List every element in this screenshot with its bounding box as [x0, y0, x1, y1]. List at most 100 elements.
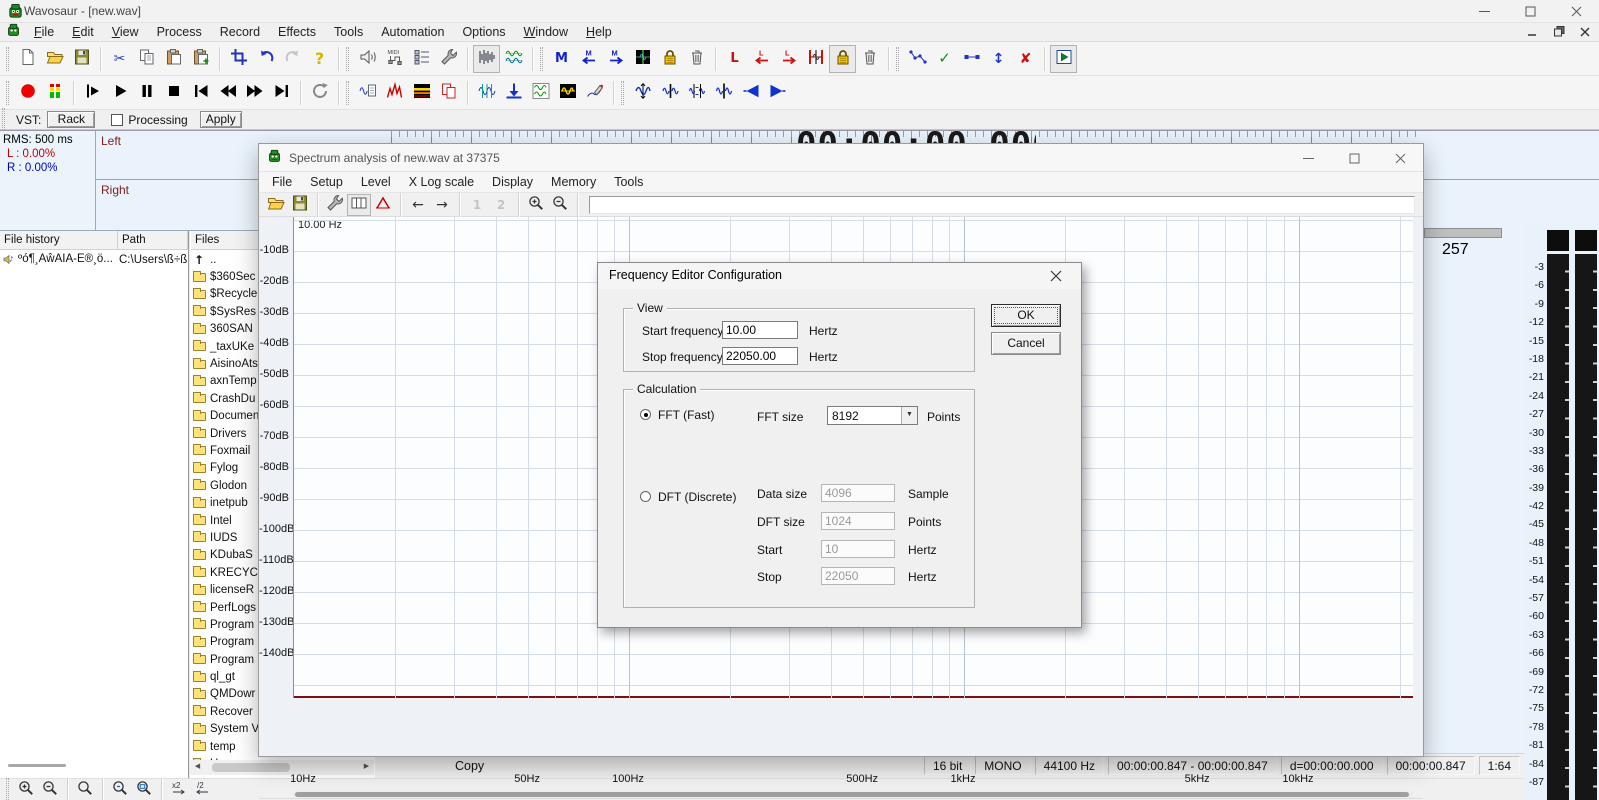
sonogram-view-button[interactable]: [408, 79, 435, 107]
go-end-button[interactable]: [268, 79, 295, 107]
column-header-file-history[interactable]: File history: [0, 231, 118, 250]
doc-minimize-button[interactable]: [1525, 24, 1541, 39]
spectrum-hscrollbar[interactable]: [293, 791, 1413, 798]
doc-restore-button[interactable]: [1551, 24, 1567, 39]
marker-selection-button[interactable]: [629, 45, 656, 73]
hscrollbar-fragment[interactable]: [1424, 228, 1502, 238]
files-scrollbar-thumb[interactable]: [212, 763, 290, 772]
copy-to-new-button[interactable]: [354, 79, 381, 107]
cancel-button[interactable]: Cancel: [991, 332, 1061, 355]
batch-list-button[interactable]: [408, 45, 435, 73]
menu-record[interactable]: Record: [211, 23, 269, 42]
menu-process[interactable]: Process: [148, 23, 211, 42]
fade-out-button[interactable]: [764, 79, 791, 107]
dialog-close-button[interactable]: [1044, 267, 1068, 285]
menu-automation[interactable]: Automation: [372, 23, 453, 42]
dft-size-input[interactable]: [821, 512, 895, 530]
toolbar-grip[interactable]: [346, 81, 349, 105]
expand-selection-button[interactable]: [683, 79, 710, 107]
history-scrollbar-thumb[interactable]: [8, 764, 66, 767]
menu-window[interactable]: Window: [515, 23, 577, 42]
dialog-titlebar[interactable]: Frequency Editor Configuration: [598, 263, 1081, 289]
spectrum-titlebar[interactable]: Spectrum analysis of new.wav at 37375: [259, 144, 1423, 172]
spectrum-menu-memory[interactable]: Memory: [542, 173, 605, 192]
spectrum-menu-display[interactable]: Display: [483, 173, 542, 192]
fade-in-button[interactable]: [737, 79, 764, 107]
redo-button[interactable]: [279, 45, 306, 73]
zoom-all-button[interactable]: [132, 780, 156, 800]
record-button[interactable]: [14, 79, 41, 107]
dft-start-input[interactable]: [821, 540, 895, 558]
loop-lock-button[interactable]: [829, 45, 856, 73]
save-button[interactable]: [288, 194, 312, 216]
zoom-selection-button[interactable]: [108, 780, 132, 800]
rewind-button[interactable]: [214, 79, 241, 107]
spectrum-hscrollbar-thumb[interactable]: [295, 792, 1409, 797]
open-button[interactable]: [264, 194, 288, 216]
crop-button[interactable]: [225, 45, 252, 73]
zoom-out-button[interactable]: [38, 780, 62, 800]
save-button[interactable]: [68, 45, 95, 73]
doc-close-button[interactable]: [1577, 24, 1593, 39]
envelope-delete-button[interactable]: ✘: [1012, 45, 1039, 73]
copy-button[interactable]: [133, 45, 160, 73]
options-wrench-button[interactable]: [435, 45, 462, 73]
undo-button[interactable]: [252, 45, 279, 73]
copy-special-button[interactable]: [435, 79, 462, 107]
fast-forward-button[interactable]: [241, 79, 268, 107]
app-close-button[interactable]: [1553, 0, 1599, 23]
vst-rack-button[interactable]: Rack: [47, 111, 95, 128]
envelope-apply-button[interactable]: ✓: [931, 45, 958, 73]
fft-size-combo[interactable]: 8192 ▼: [827, 406, 918, 425]
chevron-down-icon[interactable]: ▼: [901, 407, 917, 424]
open-button[interactable]: [41, 45, 68, 73]
app-minimize-button[interactable]: [1461, 0, 1507, 23]
spectrum-menu-level[interactable]: Level: [352, 173, 400, 192]
files-scrollbar[interactable]: ◀ ▶: [190, 760, 374, 775]
menu-options[interactable]: Options: [453, 23, 514, 42]
play-in-window-button[interactable]: [1050, 45, 1077, 73]
spectrum-menu-file[interactable]: File: [263, 173, 301, 192]
play-button[interactable]: [106, 79, 133, 107]
level-meter-button[interactable]: [41, 79, 68, 107]
arrow-left-button[interactable]: ←: [406, 194, 430, 216]
loop-next-button[interactable]: L: [775, 45, 802, 73]
loop-playback-button[interactable]: [306, 79, 333, 107]
go-start-button[interactable]: [187, 79, 214, 107]
column-header-path[interactable]: Path: [118, 231, 188, 250]
menu-help[interactable]: Help: [577, 23, 621, 42]
ok-button[interactable]: OK: [991, 304, 1061, 327]
zoom-in-button[interactable]: [14, 780, 38, 800]
memory-1-button[interactable]: 1: [465, 194, 489, 216]
envelope-vertical-button[interactable]: ↕: [985, 45, 1012, 73]
spectrum-minimize-button[interactable]: [1285, 144, 1331, 172]
spectrum-close-button[interactable]: [1377, 144, 1423, 172]
toolbar-grip[interactable]: [540, 47, 543, 71]
shrink-selection-button[interactable]: [656, 79, 683, 107]
start-frequency-input[interactable]: [722, 321, 798, 339]
menu-edit[interactable]: Edit: [63, 23, 103, 42]
normalize-button[interactable]: [500, 79, 527, 107]
spectrum-menu-tools[interactable]: Tools: [605, 173, 652, 192]
menu-view[interactable]: View: [103, 23, 148, 42]
audio-config-button[interactable]: [354, 45, 381, 73]
stop-frequency-input[interactable]: [722, 347, 798, 365]
wave-markers-view-button[interactable]: [473, 79, 500, 107]
midi-config-button[interactable]: MIDI: [381, 45, 408, 73]
marker-delete-button[interactable]: [683, 45, 710, 73]
cut-button[interactable]: ✂: [106, 45, 133, 73]
app-maximize-button[interactable]: [1507, 0, 1553, 23]
marker-next-button[interactable]: M: [602, 45, 629, 73]
selection-view-button[interactable]: [554, 79, 581, 107]
toolbar-grip[interactable]: [346, 47, 349, 71]
zoom-100-button[interactable]: [73, 780, 97, 800]
new-button[interactable]: [14, 45, 41, 73]
play-from-cursor-button[interactable]: [79, 79, 106, 107]
menu-tools[interactable]: Tools: [325, 23, 372, 42]
marker-button[interactable]: M: [548, 45, 575, 73]
pause-button[interactable]: [133, 79, 160, 107]
options-wrench-button[interactable]: [323, 194, 347, 216]
zoom-in-button[interactable]: [524, 194, 548, 216]
help-button[interactable]: ?: [306, 45, 333, 73]
spectrum-menu-x-log-scale[interactable]: X Log scale: [400, 173, 483, 192]
